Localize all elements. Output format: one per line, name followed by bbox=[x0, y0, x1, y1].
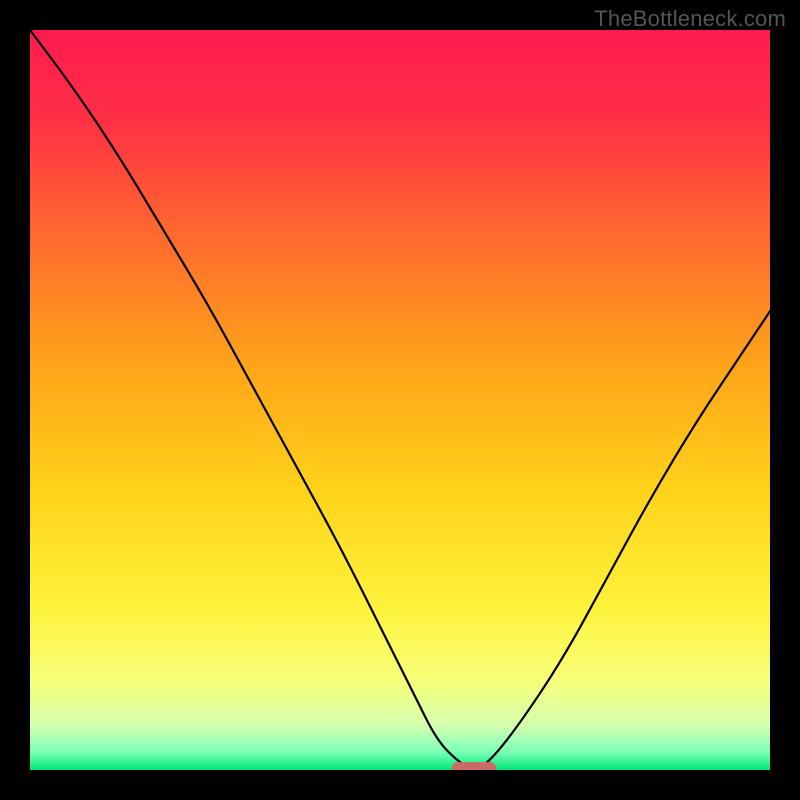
chart-svg bbox=[30, 30, 770, 770]
gradient-background bbox=[30, 30, 770, 770]
plot-area bbox=[30, 30, 770, 770]
chart-frame: TheBottleneck.com bbox=[0, 0, 800, 800]
optimal-marker bbox=[452, 762, 496, 770]
watermark-text: TheBottleneck.com bbox=[594, 6, 786, 32]
